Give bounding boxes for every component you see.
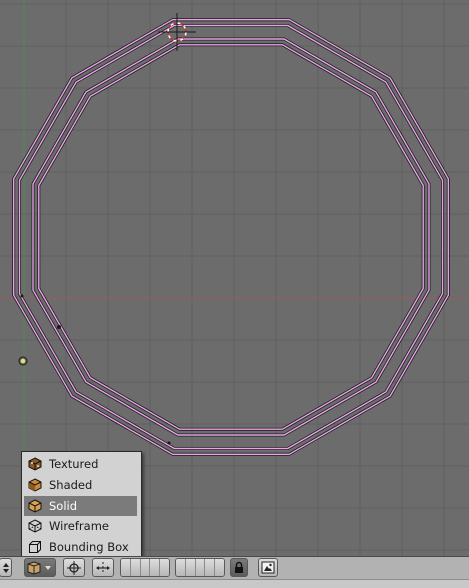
menu-item-label: Textured xyxy=(49,457,99,471)
outer-ring-edge[interactable] xyxy=(12,19,449,455)
layer-button[interactable] xyxy=(121,559,131,576)
inner-ring-edge-inner[interactable] xyxy=(38,44,424,430)
lock-icon[interactable] xyxy=(230,558,248,577)
layer-button[interactable] xyxy=(195,559,206,576)
inner-ring-edge-shadow xyxy=(31,37,431,437)
render-icon[interactable] xyxy=(258,558,278,577)
header-bottom-strip xyxy=(0,579,469,588)
textured-icon xyxy=(27,456,43,472)
menu-item-textured[interactable]: Textured xyxy=(24,454,137,474)
manipulator-icon[interactable] xyxy=(92,558,114,577)
bounding-box-icon xyxy=(27,539,43,555)
layers-right[interactable] xyxy=(175,558,225,577)
inner-ring-edge-inner-shadow xyxy=(37,43,425,431)
menu-arrows-icon[interactable] xyxy=(0,558,12,577)
menu-item-bounding-box[interactable]: Bounding Box xyxy=(24,537,137,556)
draw-type-menu: Textured Shaded Solid Wireframe Bounding Box xyxy=(21,451,142,556)
layer-button[interactable] xyxy=(140,559,151,576)
menu-item-label: Bounding Box xyxy=(49,540,129,555)
object-center-icon[interactable] xyxy=(18,356,28,366)
inner-ring-edge[interactable] xyxy=(32,38,430,436)
layer-button[interactable] xyxy=(215,559,224,576)
layer-button[interactable] xyxy=(150,559,161,576)
layer-button[interactable] xyxy=(130,559,141,576)
solid-icon xyxy=(27,498,43,514)
wireframe-icon xyxy=(27,518,43,534)
layer-button[interactable] xyxy=(176,559,186,576)
vertex-marker xyxy=(20,294,171,445)
menu-item-label: Wireframe xyxy=(49,519,109,534)
pivot-icon[interactable] xyxy=(63,558,85,577)
viewport-header xyxy=(0,556,469,588)
outer-ring-edge-inner[interactable] xyxy=(18,24,444,450)
menu-item-shaded[interactable]: Shaded xyxy=(24,475,137,495)
shaded-icon xyxy=(27,477,43,493)
layers-left[interactable] xyxy=(120,558,170,577)
outer-ring-edge-shadow xyxy=(12,18,450,456)
outer-ring-edge-inner-shadow xyxy=(18,24,444,450)
menu-item-wireframe[interactable]: Wireframe xyxy=(24,516,137,536)
layer-button[interactable] xyxy=(185,559,196,576)
mesh-outline[interactable] xyxy=(12,18,450,456)
menu-item-label: Solid xyxy=(49,498,78,513)
layer-button[interactable] xyxy=(160,559,169,576)
menu-item-label: Shaded xyxy=(49,477,93,492)
layer-button[interactable] xyxy=(205,559,216,576)
3d-viewport[interactable]: Textured Shaded Solid Wireframe Bounding Box xyxy=(0,0,469,556)
menu-item-solid[interactable]: Solid xyxy=(24,495,137,516)
draw-type-icon[interactable] xyxy=(24,558,56,577)
